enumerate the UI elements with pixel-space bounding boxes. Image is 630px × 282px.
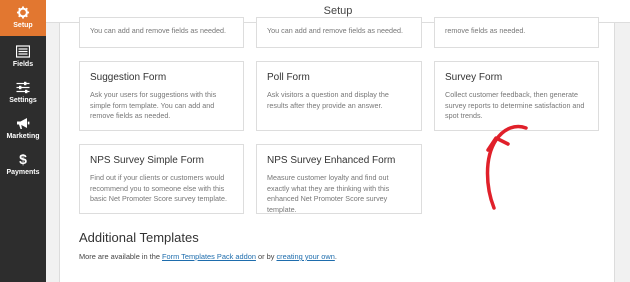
template-card-nps-simple[interactable]: NPS Survey Simple Form Find out if your …	[79, 144, 244, 214]
card-description: Collect customer feedback, then generate…	[445, 90, 585, 120]
sidebar: Setup Fields Settings Marketing $ Paymen…	[0, 0, 46, 282]
text-after: .	[334, 252, 337, 261]
additional-templates-heading: Additional Templates	[79, 230, 199, 245]
page-title: Setup	[323, 5, 353, 17]
template-card-poll-form[interactable]: Poll Form Ask visitors a question and di…	[256, 61, 422, 131]
template-card-suggestion-form[interactable]: Suggestion Form Ask your users for sugge…	[79, 61, 244, 131]
card-title: Suggestion Form	[90, 72, 167, 83]
form-templates-pack-link[interactable]: Form Templates Pack addon	[162, 252, 256, 261]
text-middle: or by	[255, 252, 277, 261]
annotation-arrow-icon	[485, 124, 528, 210]
card-title: Survey Form	[445, 72, 503, 83]
sidebar-item-marketing[interactable]: Marketing	[0, 111, 46, 147]
template-card-partial[interactable]: You can add and remove fields as needed.	[256, 17, 422, 48]
card-title: Poll Form	[267, 72, 310, 83]
gear-icon	[16, 6, 30, 19]
card-description: Ask your users for suggestions with this…	[90, 90, 217, 120]
card-description: You can add and remove fields as needed.	[267, 26, 403, 35]
template-card-partial[interactable]: remove fields as needed.	[434, 17, 599, 48]
sidebar-item-label: Payments	[6, 169, 40, 176]
text-before: More are available in the	[79, 252, 162, 261]
card-description: Ask visitors a question and display the …	[267, 90, 389, 110]
sidebar-item-payments[interactable]: $ Payments	[0, 147, 46, 183]
sidebar-item-label: Fields	[12, 61, 34, 68]
card-description: Measure customer loyalty and find out ex…	[267, 173, 390, 214]
card-description: remove fields as needed.	[445, 26, 526, 35]
sliders-icon	[16, 81, 30, 94]
additional-templates-text: More are available in the Form Templates…	[79, 252, 337, 261]
sidebar-item-fields[interactable]: Fields	[0, 39, 46, 75]
template-card-partial[interactable]: You can add and remove fields as needed.	[79, 17, 244, 48]
card-title: NPS Survey Enhanced Form	[267, 155, 396, 166]
list-icon	[16, 45, 30, 58]
card-description: Find out if your clients or customers wo…	[90, 173, 228, 203]
sidebar-item-label: Marketing	[6, 133, 40, 140]
template-card-nps-enhanced[interactable]: NPS Survey Enhanced Form Measure custome…	[256, 144, 422, 214]
sidebar-item-label: Settings	[9, 97, 37, 104]
create-your-own-link[interactable]: creating your own	[276, 252, 334, 261]
sidebar-item-setup[interactable]: Setup	[0, 0, 46, 36]
card-description: You can add and remove fields as needed.	[90, 26, 226, 35]
sidebar-item-settings[interactable]: Settings	[0, 75, 46, 111]
card-title: NPS Survey Simple Form	[90, 155, 204, 166]
dollar-icon: $	[19, 151, 27, 167]
megaphone-icon	[17, 118, 30, 129]
sidebar-item-label: Setup	[13, 22, 33, 29]
